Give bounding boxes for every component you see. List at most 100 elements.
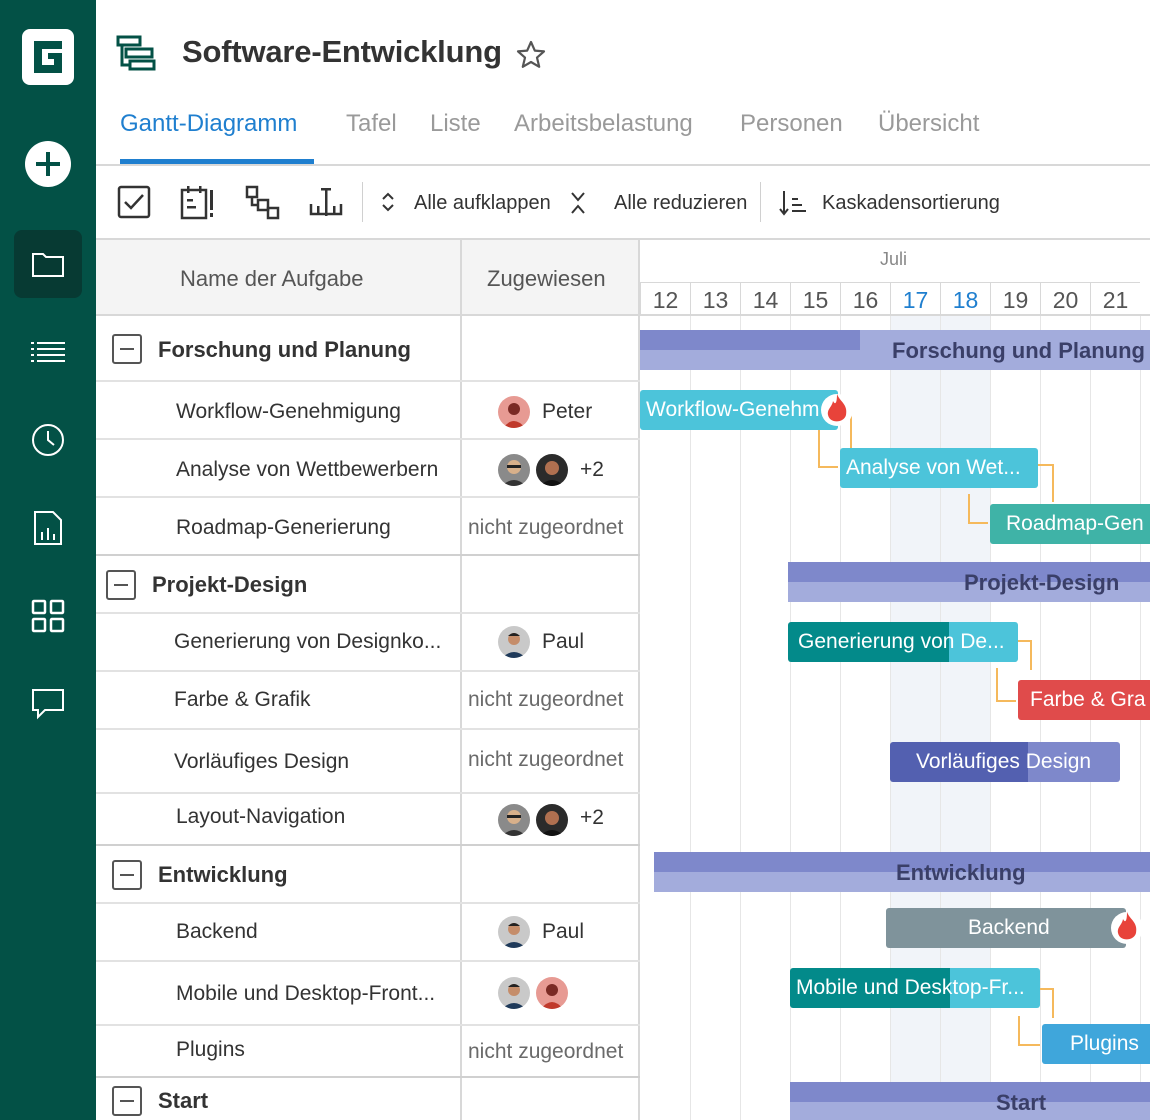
sidebar-item-list[interactable] bbox=[14, 318, 82, 386]
toolbar-separator bbox=[760, 182, 761, 222]
avatar bbox=[536, 804, 568, 836]
folder-icon bbox=[32, 253, 64, 277]
expand-icon bbox=[382, 192, 394, 212]
avatar bbox=[498, 454, 530, 486]
group-row[interactable]: Start bbox=[96, 1078, 640, 1120]
sidebar-item-time[interactable] bbox=[14, 406, 82, 474]
more-assignees-count[interactable]: +2 bbox=[580, 806, 604, 830]
task-bar[interactable]: Analyse von Wet... bbox=[840, 448, 1038, 488]
tab-gantt[interactable]: Gantt-Diagramm bbox=[120, 110, 297, 138]
group-bar-label: Projekt-Design bbox=[964, 570, 1120, 595]
avatar bbox=[536, 977, 568, 1009]
tab-overview[interactable]: Übersicht bbox=[878, 110, 979, 138]
table-row[interactable]: Backend Paul bbox=[96, 904, 640, 962]
tab-people[interactable]: Personen bbox=[740, 110, 843, 138]
timeline-header: Juli 12 13 14 15 16 17 18 19 20 21 bbox=[640, 240, 1150, 316]
task-bar[interactable]: Generierung von De... bbox=[788, 622, 1018, 662]
task-bar[interactable]: Backend bbox=[886, 908, 1126, 948]
table-row[interactable]: Vorläufiges Design nicht zugeordnet bbox=[96, 730, 640, 794]
task-bar[interactable]: Roadmap-Gen bbox=[990, 504, 1150, 544]
table-row[interactable]: Workflow-Genehmigung Peter bbox=[96, 382, 640, 440]
active-tab-indicator bbox=[120, 159, 314, 164]
logo-g-icon[interactable] bbox=[20, 27, 76, 87]
task-name: Workflow-Genehmigung bbox=[176, 400, 401, 423]
task-bar[interactable]: Plugins bbox=[1042, 1024, 1150, 1064]
tab-workload[interactable]: Arbeitsbelastung bbox=[514, 110, 693, 138]
task-name: Vorläufiges Design bbox=[174, 750, 350, 773]
group-bar[interactable]: Entwicklung bbox=[654, 852, 1150, 892]
column-header-assigned[interactable]: Zugewiesen bbox=[487, 266, 606, 292]
table-row[interactable]: Farbe & Grafik nicht zugeordnet bbox=[96, 672, 640, 730]
avatar bbox=[498, 396, 530, 428]
toolbar-separator bbox=[362, 182, 363, 222]
assignee-name: Paul bbox=[542, 630, 585, 653]
unassigned-label: nicht zugeordnet bbox=[468, 688, 624, 711]
day-gridline bbox=[740, 316, 741, 1120]
table-row[interactable]: Roadmap-Generierung nicht zugeordnet bbox=[96, 498, 640, 556]
critical-flame-icon bbox=[821, 394, 853, 426]
task-name: Layout-Navigation bbox=[176, 805, 346, 828]
group-bar-progress bbox=[790, 1082, 1150, 1102]
assignee-name: Peter bbox=[542, 400, 593, 423]
add-button[interactable] bbox=[14, 130, 82, 198]
star-icon[interactable] bbox=[516, 40, 546, 70]
checkbox-tasks-icon[interactable] bbox=[116, 184, 152, 220]
more-assignees-count[interactable]: +2 bbox=[580, 458, 604, 482]
sort-icon bbox=[779, 191, 806, 216]
sidebar-item-projects[interactable] bbox=[14, 230, 82, 298]
task-bar[interactable]: Workflow-Genehm bbox=[640, 390, 838, 430]
table-row[interactable]: Analyse von Wettbewerbern +2 bbox=[96, 440, 640, 498]
group-bar[interactable]: Start bbox=[790, 1082, 1150, 1120]
group-bar-label: Start bbox=[996, 1090, 1047, 1115]
task-name: Farbe & Grafik bbox=[174, 688, 311, 711]
avatar bbox=[498, 626, 530, 658]
tab-board[interactable]: Tafel bbox=[346, 110, 397, 138]
table-row[interactable]: Mobile und Desktop-Front... bbox=[96, 962, 640, 1026]
dependency-link bbox=[996, 668, 1016, 702]
dependency-link bbox=[818, 428, 838, 468]
day-label: 14 bbox=[740, 282, 790, 316]
chat-icon bbox=[32, 689, 64, 720]
table-row[interactable]: Plugins nicht zugeordnet bbox=[96, 1026, 640, 1078]
group-row[interactable]: Forschung und Planung bbox=[96, 316, 640, 382]
group-bar[interactable]: Forschung und Planung bbox=[640, 330, 1150, 370]
dependency-link bbox=[968, 494, 988, 524]
day-label: 13 bbox=[690, 282, 740, 316]
group-bar[interactable]: Projekt-Design bbox=[788, 562, 1150, 602]
tab-list[interactable]: Liste bbox=[430, 110, 481, 138]
cascade-sort-button[interactable]: Kaskadensortierung bbox=[822, 192, 1000, 215]
table-row[interactable]: Generierung von Designko... Paul bbox=[96, 614, 640, 672]
task-bar[interactable]: Vorläufiges Design bbox=[890, 742, 1120, 782]
sidebar-item-reports[interactable] bbox=[14, 494, 82, 562]
unassigned-label: nicht zugeordnet bbox=[468, 1040, 624, 1063]
day-label: 16 bbox=[840, 282, 890, 316]
group-name: Projekt-Design bbox=[152, 572, 308, 597]
sidebar-item-apps[interactable] bbox=[14, 582, 82, 650]
toolbar: Alle aufklappen Alle reduzieren Kaskaden… bbox=[96, 166, 1150, 240]
avatar bbox=[498, 916, 530, 948]
group-name: Start bbox=[158, 1088, 209, 1113]
task-bar[interactable]: Mobile und Desktop-Fr... bbox=[790, 968, 1040, 1008]
dependencies-icon[interactable] bbox=[244, 184, 280, 220]
group-row[interactable]: Entwicklung bbox=[96, 846, 640, 904]
group-row[interactable]: Projekt-Design bbox=[96, 556, 640, 614]
collapse-all-button[interactable]: Alle reduzieren bbox=[614, 192, 747, 215]
sidebar-item-chat[interactable] bbox=[14, 670, 82, 738]
table-row[interactable]: Layout-Navigation +2 bbox=[96, 794, 640, 846]
critical-path-icon[interactable] bbox=[180, 184, 216, 220]
task-name: Analyse von Wettbewerbern bbox=[176, 458, 439, 481]
unassigned-label: nicht zugeordnet bbox=[468, 748, 624, 771]
unassigned-label: nicht zugeordnet bbox=[468, 516, 624, 539]
expand-all-button[interactable]: Alle aufklappen bbox=[414, 192, 551, 215]
collapse-toggle[interactable] bbox=[106, 570, 136, 600]
task-bar[interactable]: Farbe & Gra bbox=[1018, 680, 1150, 720]
collapse-toggle[interactable] bbox=[112, 860, 142, 890]
group-bar-progress bbox=[640, 330, 860, 350]
baseline-icon[interactable] bbox=[308, 184, 344, 220]
grid-icon bbox=[31, 599, 65, 633]
collapse-toggle[interactable] bbox=[112, 1086, 142, 1116]
column-header-name[interactable]: Name der Aufgabe bbox=[180, 266, 363, 292]
gantt-project-icon bbox=[116, 35, 156, 71]
collapse-toggle[interactable] bbox=[112, 334, 142, 364]
critical-flame-icon bbox=[1111, 912, 1143, 944]
